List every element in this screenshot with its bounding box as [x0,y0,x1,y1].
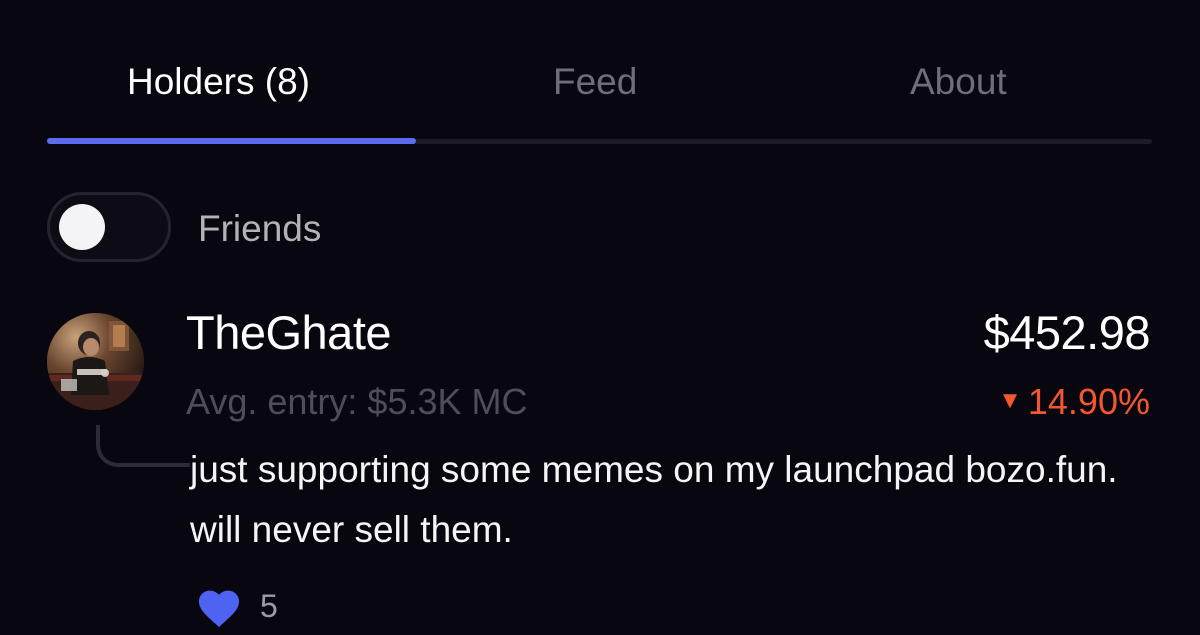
holder-username[interactable]: TheGhate [186,305,392,361]
tab-holders[interactable]: Holders (8) [127,60,310,104]
holder-avg-entry: Avg. entry: $5.3K MC [186,381,528,422]
tab-bar: Holders (8) Feed About [47,40,1152,144]
friends-toggle-label: Friends [198,208,322,249]
reply-thread-line [96,425,190,467]
holding-change: ▼ 14.90% [998,380,1150,426]
holder-comment: just supporting some memes on my launchp… [190,449,1118,550]
toggle-knob [59,204,105,250]
tab-feed[interactable]: Feed [553,60,637,104]
active-tab-indicator [47,138,416,144]
avatar-image [47,313,144,410]
heart-icon[interactable] [196,586,242,628]
holders-panel: Holders (8) Feed About Friends TheGhate … [0,0,1200,635]
triangle-down-icon: ▼ [998,387,1022,415]
tab-about[interactable]: About [910,60,1007,104]
like-count: 5 [260,588,278,624]
friends-toggle[interactable] [47,192,171,262]
holder-avatar[interactable] [47,313,144,410]
holding-change-percent: 14.90% [1027,381,1150,422]
holding-value: $452.98 [983,306,1151,359]
